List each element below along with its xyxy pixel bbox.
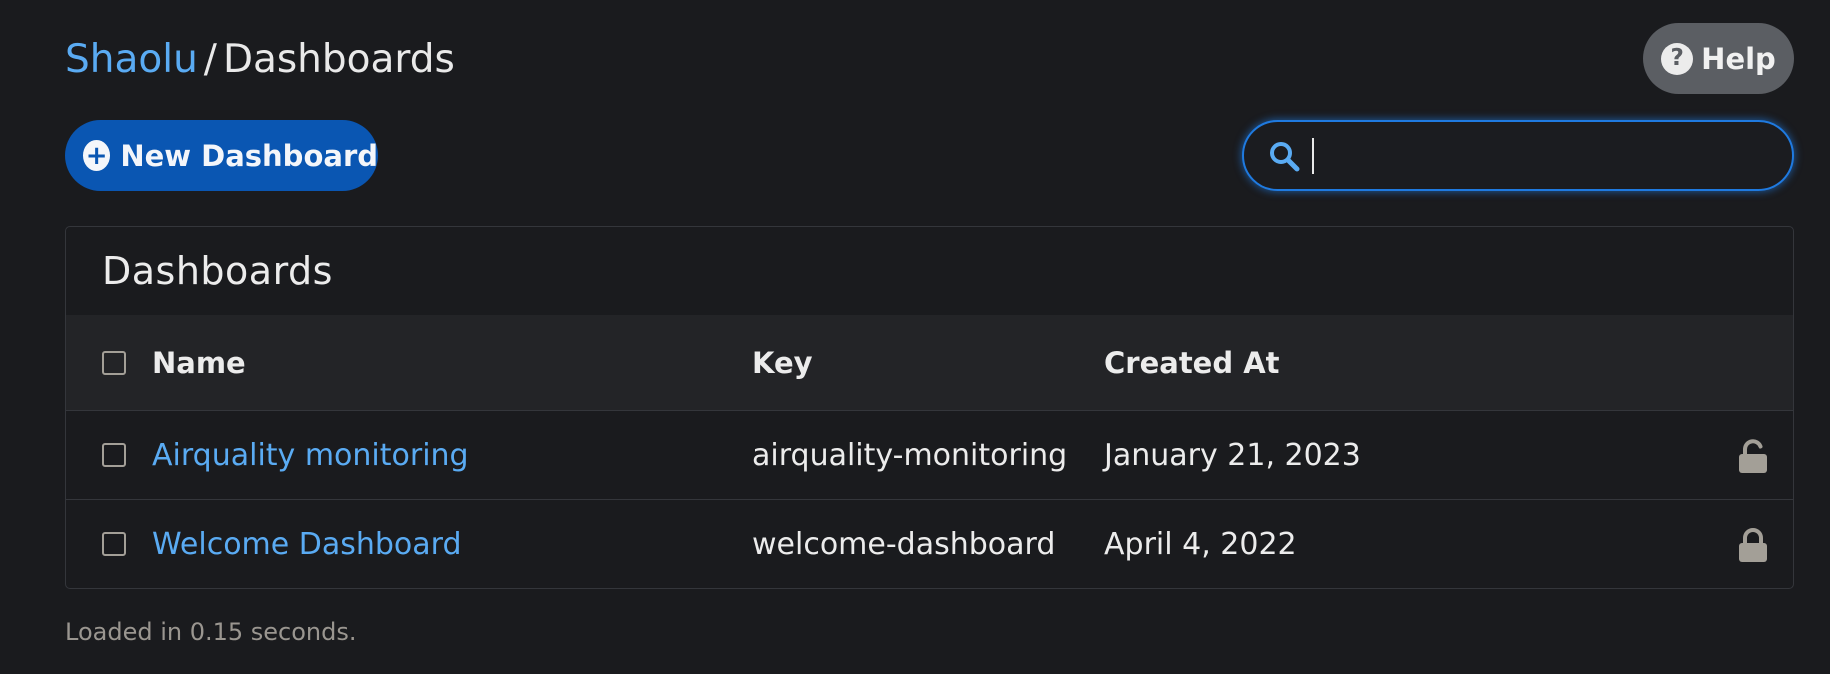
search-icon xyxy=(1268,140,1300,172)
card-title: Dashboards xyxy=(102,249,333,293)
dashboards-page: Shaolu / Dashboards ? Help + New Dashboard… xyxy=(0,0,1830,674)
table-row: Airquality monitoring airquality-monitor… xyxy=(66,411,1793,500)
table-row: Welcome Dashboard welcome-dashboard Apri… xyxy=(66,500,1793,588)
table-header: Name Key Created At xyxy=(66,315,1793,411)
dashboard-key: welcome-dashboard xyxy=(752,526,1056,562)
load-time-status: Loaded in 0.15 seconds. xyxy=(65,618,357,646)
locked-icon[interactable] xyxy=(1738,528,1768,570)
breadcrumb: Shaolu / Dashboards xyxy=(65,34,455,86)
dashboard-created-at: April 4, 2022 xyxy=(1104,526,1297,562)
help-button-label: Help xyxy=(1701,41,1776,76)
plus-circle-icon: + xyxy=(83,140,111,171)
column-header-name[interactable]: Name xyxy=(152,346,246,380)
row-checkbox[interactable] xyxy=(102,443,126,467)
row-checkbox[interactable] xyxy=(102,532,126,556)
column-header-key[interactable]: Key xyxy=(752,346,813,380)
select-all-checkbox[interactable] xyxy=(102,350,126,375)
dashboard-key: airquality-monitoring xyxy=(752,437,1068,473)
breadcrumb-separator: / xyxy=(203,37,217,82)
new-dashboard-button[interactable]: + New Dashboard xyxy=(65,120,378,191)
unlocked-icon[interactable] xyxy=(1738,439,1768,481)
breadcrumb-org-link[interactable]: Shaolu xyxy=(65,37,198,82)
question-circle-icon: ? xyxy=(1661,42,1694,75)
column-header-created-at[interactable]: Created At xyxy=(1104,346,1280,380)
dashboard-created-at: January 21, 2023 xyxy=(1104,437,1361,473)
dashboard-name-link[interactable]: Welcome Dashboard xyxy=(152,527,462,562)
dashboard-name-link[interactable]: Airquality monitoring xyxy=(152,438,469,473)
help-button[interactable]: ? Help xyxy=(1643,23,1794,94)
search-box[interactable] xyxy=(1242,120,1794,191)
new-dashboard-button-label: New Dashboard xyxy=(120,138,378,173)
dashboards-card: Dashboards Name Key Created At Airqualit… xyxy=(65,226,1794,589)
page-title: Dashboards xyxy=(222,37,455,82)
search-input[interactable] xyxy=(1314,134,1758,177)
